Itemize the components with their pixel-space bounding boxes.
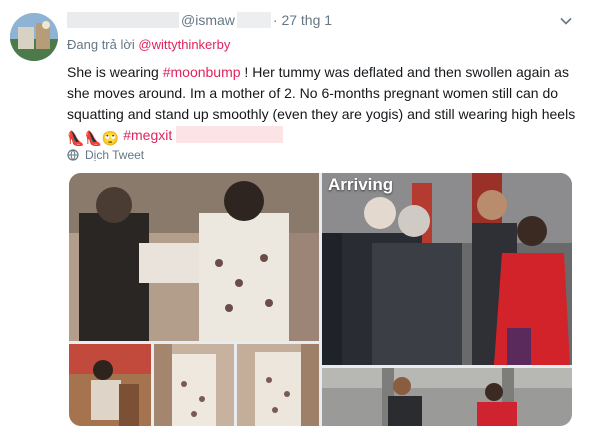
reply-prefix: Đang trả lời [67,37,139,52]
globe-icon [67,149,79,161]
reply-mention-link[interactable]: @wittythinkerby [138,37,230,52]
tweet-date[interactable]: · 27 thg 1 [273,12,332,28]
photo-thumb-1[interactable] [69,344,151,426]
body-text-1: She is wearing [67,64,163,80]
high-heel-emoji: 👠 [67,130,85,146]
photo-thumb-2[interactable] [154,344,234,426]
photo-bottom-right[interactable] [322,368,572,426]
high-heel-emoji: 👠 [84,130,102,146]
hashtag-moonbump[interactable]: #moonbump [163,64,241,80]
user-handle[interactable]: @ismaw [181,12,235,28]
chevron-down-icon[interactable] [559,14,573,28]
reply-context: Đang trả lời @wittythinkerby [67,37,230,52]
display-name-redacted[interactable] [67,12,179,28]
translate-tweet-link[interactable]: Dịch Tweet [67,148,144,162]
eye-roll-emoji: 🙄 [101,130,120,146]
photo-party-crouch[interactable] [69,173,319,341]
media-grid[interactable]: Arriving [69,173,572,426]
photo-arriving[interactable]: Arriving [322,173,572,365]
translate-label: Dịch Tweet [85,148,145,162]
tweet-header: @ismaw · 27 thg 1 [67,10,332,30]
tweet[interactable]: @ismaw · 27 thg 1 Đang trả lời @wittythi… [0,0,589,431]
tweet-text: She is wearing #moonbump ! Her tummy was… [67,62,577,149]
handle-redacted [236,12,271,28]
photo-thumb-3[interactable] [237,344,319,426]
avatar[interactable] [10,13,58,61]
redacted-text [176,126,284,143]
hashtag-megxit[interactable]: #megxit [123,127,172,143]
media-caption: Arriving [328,175,394,194]
